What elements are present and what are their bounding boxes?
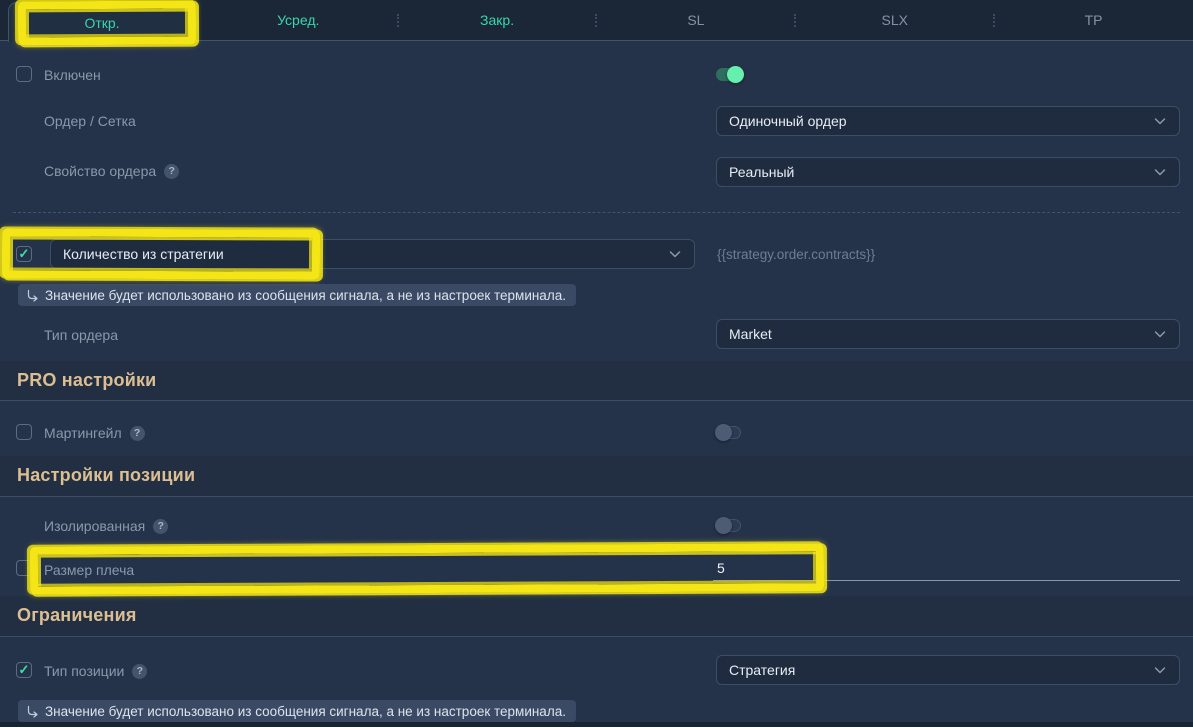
- leverage-input[interactable]: 5: [713, 556, 1180, 581]
- signal-note: Значение будет использовано из сообщения…: [18, 700, 576, 722]
- tab-sl[interactable]: SL: [596, 0, 795, 40]
- order-property-labelwrap: Свойство ордера ?: [44, 163, 179, 179]
- isolated-toggle[interactable]: [716, 519, 741, 532]
- enabled-label: Включен: [44, 67, 101, 83]
- tab-average[interactable]: Усред.: [199, 0, 398, 40]
- tab-open[interactable]: Откр.: [8, 2, 196, 42]
- help-icon[interactable]: ?: [153, 519, 168, 534]
- section-position-settings: Настройки позиции: [0, 456, 1193, 497]
- leverage-value: 5: [713, 560, 725, 576]
- leverage-label: Размер плеча: [44, 562, 134, 578]
- section-limits: Ограничения: [0, 596, 1193, 637]
- toggle-knob: [715, 424, 732, 441]
- martingale-labelwrap: Мартингейл ?: [44, 425, 145, 441]
- martingale-checkbox[interactable]: [16, 424, 32, 440]
- enabled-checkbox[interactable]: [16, 66, 32, 82]
- check-icon: ✓: [19, 663, 30, 676]
- bottom-strip: [0, 722, 1193, 727]
- position-type-labelwrap: Тип позиции ?: [44, 663, 147, 679]
- order-grid-select-value: Одиночный ордер: [729, 113, 847, 129]
- order-type-select[interactable]: Market: [716, 319, 1180, 349]
- quantity-source-select[interactable]: Количество из стратегии: [50, 239, 695, 269]
- isolated-label: Изолированная: [44, 518, 145, 534]
- chevron-down-icon: [1153, 114, 1167, 128]
- martingale-toggle[interactable]: [716, 426, 741, 439]
- return-arrow-icon: [26, 705, 39, 718]
- order-type-label: Тип ордера: [44, 327, 118, 343]
- help-icon[interactable]: ?: [132, 664, 147, 679]
- position-type-select[interactable]: Стратегия: [716, 655, 1180, 685]
- help-icon[interactable]: ?: [164, 164, 179, 179]
- toggle-knob: [715, 517, 732, 534]
- order-property-select[interactable]: Реальный: [716, 157, 1180, 187]
- position-type-checkbox[interactable]: ✓: [16, 662, 32, 678]
- section-pro-settings: PRO настройки: [0, 361, 1193, 401]
- tab-close[interactable]: Закр.: [398, 0, 597, 40]
- check-icon: ✓: [19, 247, 30, 260]
- leverage-checkbox[interactable]: [16, 560, 32, 576]
- position-type-label: Тип позиции: [44, 663, 124, 679]
- chevron-down-icon: [1153, 165, 1167, 179]
- quantity-checkbox[interactable]: ✓: [16, 246, 32, 262]
- help-icon[interactable]: ?: [130, 426, 145, 441]
- isolated-labelwrap: Изолированная ?: [44, 518, 168, 534]
- tab-slx[interactable]: SLX: [795, 0, 994, 40]
- quantity-source-select-value: Количество из стратегии: [63, 246, 224, 262]
- order-property-select-value: Реальный: [729, 164, 794, 180]
- chevron-down-icon: [1153, 327, 1167, 341]
- section-title: Настройки позиции: [17, 465, 195, 486]
- order-grid-label: Ордер / Сетка: [44, 113, 136, 129]
- signal-note-text: Значение будет использовано из сообщения…: [45, 704, 566, 719]
- martingale-label: Мартингейл: [44, 425, 122, 441]
- signal-note: Значение будет использовано из сообщения…: [18, 284, 576, 306]
- chevron-down-icon: [668, 247, 682, 261]
- order-type-select-value: Market: [729, 326, 772, 342]
- quantity-template-value: {{strategy.order.contracts}}: [717, 247, 875, 262]
- position-type-select-value: Стратегия: [729, 662, 795, 678]
- toggle-knob: [727, 66, 744, 83]
- enabled-toggle[interactable]: [716, 68, 741, 81]
- return-arrow-icon: [26, 289, 39, 302]
- section-title: PRO настройки: [17, 370, 156, 391]
- strategy-settings-panel: Усред. Закр. SL SLX TP Откр. Включен Орд…: [0, 0, 1193, 727]
- section-title: Ограничения: [17, 605, 137, 626]
- order-grid-select[interactable]: Одиночный ордер: [716, 106, 1180, 136]
- order-property-label: Свойство ордера: [44, 163, 156, 179]
- tab-tp[interactable]: TP: [994, 0, 1193, 40]
- highlight-marker-leverage: [30, 543, 824, 594]
- signal-note-text: Значение будет использовано из сообщения…: [45, 288, 566, 303]
- chevron-down-icon: [1153, 663, 1167, 677]
- dashed-divider: [13, 212, 1180, 213]
